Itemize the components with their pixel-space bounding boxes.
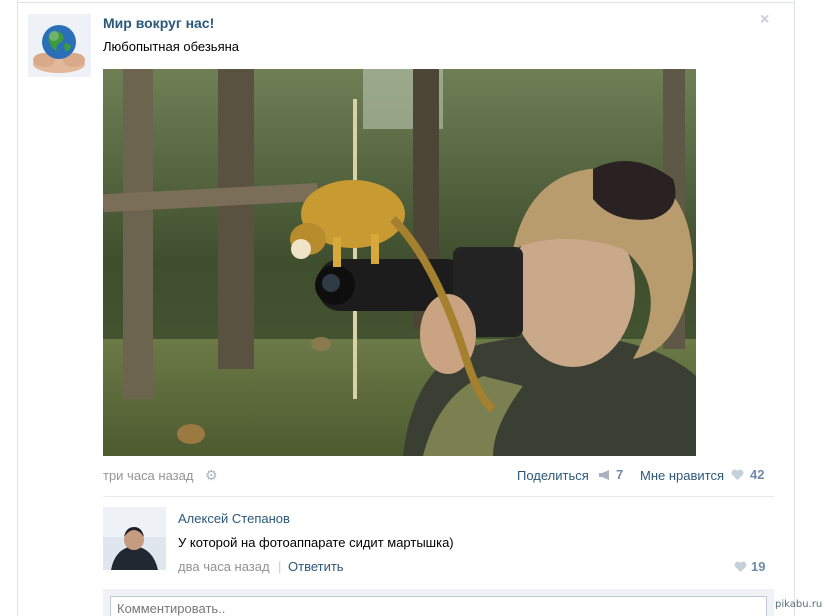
watermark: pikabu.ru — [775, 599, 823, 610]
user-photo-icon — [103, 507, 166, 570]
comment-input[interactable] — [110, 596, 767, 616]
share-button[interactable]: Поделиться — [517, 468, 589, 483]
comment-author-link[interactable]: Алексей Степанов — [178, 511, 290, 526]
comment-author-avatar[interactable] — [103, 507, 166, 570]
group-name-link[interactable]: Мир вокруг нас! — [103, 15, 214, 31]
comment-time-link[interactable]: два часа назад — [178, 559, 270, 574]
post-divider — [103, 496, 774, 497]
comment-separator: | — [278, 559, 282, 574]
gear-icon[interactable]: ⚙ — [205, 467, 218, 484]
share-count: 7 — [616, 467, 624, 482]
megaphone-icon[interactable] — [598, 469, 611, 481]
page-frame-right — [794, 0, 795, 616]
monkey-on-camera-photo — [103, 69, 696, 456]
post-text: Любопытная обезьяна — [103, 39, 240, 54]
post-photo[interactable] — [103, 69, 696, 456]
close-icon[interactable]: × — [760, 11, 769, 29]
comment-like-count: 19 — [751, 559, 766, 574]
post-time-link[interactable]: три часа назад — [103, 468, 193, 483]
reply-button[interactable]: Ответить — [288, 559, 344, 574]
like-button[interactable]: Мне нравится — [640, 468, 724, 483]
page-frame-top — [17, 2, 795, 3]
heart-icon[interactable] — [734, 561, 747, 573]
page-frame-left — [17, 0, 18, 616]
comment-text: У которой на фотоаппарате сидит мартышка… — [178, 535, 454, 550]
like-count: 42 — [750, 467, 765, 482]
globe-in-hands-icon — [28, 14, 91, 77]
group-avatar[interactable] — [28, 14, 91, 77]
heart-icon[interactable] — [731, 469, 744, 481]
